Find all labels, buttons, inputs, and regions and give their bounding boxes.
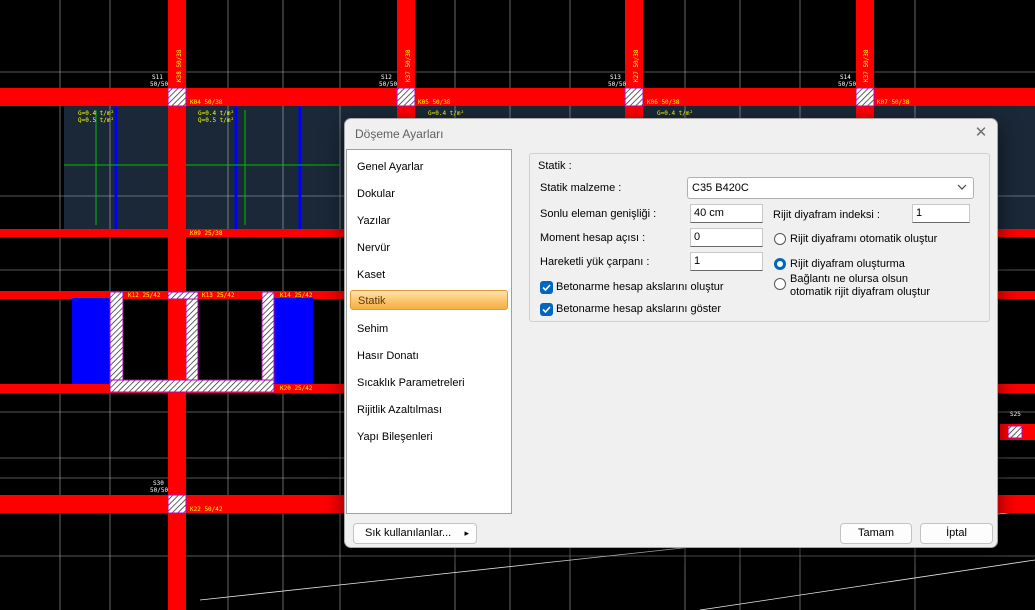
beam-label: K20 25/42: [280, 385, 313, 392]
create-axes-checkbox[interactable]: [540, 281, 553, 294]
column-label: S12: [381, 74, 392, 81]
column-label: 50/50: [150, 487, 168, 494]
load-label: G=0.4 t/m²: [198, 110, 234, 117]
checkmark-icon: [542, 306, 551, 314]
nav-item-rijitlik-azaltilmasi[interactable]: Rijitlik Azaltılması: [357, 400, 442, 420]
column-square: [167, 494, 187, 514]
column-square: [167, 87, 187, 107]
settings-nav-list: Genel Ayarlar Dokular Yazılar Nervür Kas…: [346, 149, 512, 514]
material-value: C35 B420C: [692, 182, 749, 194]
column-label: S30: [153, 480, 164, 487]
diaphragm-index-label: Rijit diyafram indeksi :: [773, 209, 880, 221]
show-axes-checkbox[interactable]: [540, 303, 553, 316]
load-label: Q=0.5 t/m²: [78, 117, 114, 124]
nav-item-nervur[interactable]: Nervür: [357, 238, 390, 258]
column-square: [624, 87, 644, 107]
field-label: Hareketli yük çarpanı :: [540, 256, 650, 268]
load-label: Q=0.5 t/m²: [198, 117, 234, 124]
column-label: 50/50: [150, 81, 168, 88]
material-label: Statik malzeme :: [540, 182, 622, 194]
nav-item-genel-ayarlar[interactable]: Genel Ayarlar: [357, 157, 423, 177]
beam-label: K12 25/42: [128, 292, 161, 299]
radio-no-diaphragm[interactable]: [774, 258, 786, 270]
column-square: [396, 87, 416, 107]
beam-label: K04 50/38: [190, 99, 223, 106]
beam-label: K13 25/42: [202, 292, 235, 299]
load-label: G=0.4 t/m²: [657, 110, 693, 117]
field-label: Moment hesap açısı :: [540, 232, 646, 244]
radio-label-line2: otomatik rijit diyafram oluştur: [790, 286, 930, 298]
statik-group: Statik : Statik malzeme : C35 B420C Sonl…: [529, 153, 990, 322]
chevron-down-icon: [957, 184, 967, 190]
nav-item-sicaklik-parametreleri[interactable]: Sıcaklık Parametreleri: [357, 373, 465, 393]
checkbox-label: Betonarme hesap akslarını oluştur: [556, 281, 724, 293]
wall: [185, 291, 199, 385]
wall: [109, 291, 124, 393]
moment-angle-input[interactable]: 0: [690, 228, 763, 247]
load-label: G=0.4 t/m²: [78, 110, 114, 117]
beam-label-vertical: K27 50/38: [633, 49, 640, 82]
finite-element-width-input[interactable]: 40 cm: [690, 204, 763, 223]
wall: [261, 291, 275, 393]
blue-beam: [273, 298, 313, 384]
column-label: 50/50: [379, 81, 397, 88]
beam-label-vertical: K37 50/38: [863, 49, 870, 82]
radio-label: Rijit diyaframı otomatik oluştur: [790, 233, 938, 245]
chevron-right-icon: ▸: [464, 528, 469, 538]
live-load-factor-input[interactable]: 1: [690, 252, 763, 271]
statik-panel: Statik : Statik malzeme : C35 B420C Sonl…: [529, 153, 990, 323]
checkbox-label: Betonarme hesap akslarını göster: [556, 303, 722, 315]
blue-beam: [72, 298, 110, 384]
diaphragm-index-input[interactable]: 1: [912, 204, 970, 223]
column-label: S25: [1010, 411, 1021, 418]
wall: [109, 379, 275, 393]
beam-label: K07 50/38: [877, 99, 910, 106]
radio-label: Bağlantı ne olursa olsun: [790, 273, 909, 285]
column-square: [855, 87, 875, 107]
group-title: Statik :: [538, 160, 572, 172]
nav-item-hasir-donati[interactable]: Hasır Donatı: [357, 346, 419, 366]
beam-label-vertical: K38 50/38: [176, 49, 183, 82]
nav-item-statik[interactable]: Statik: [350, 290, 508, 310]
nav-item-yazilar[interactable]: Yazılar: [357, 211, 390, 231]
radio-force-auto-diaphragm[interactable]: [774, 278, 786, 290]
column-label: S13: [610, 74, 621, 81]
nav-item-yapi-bilesenleri[interactable]: Yapı Bileşenleri: [357, 427, 433, 447]
dialog-title: Döşeme Ayarları: [355, 127, 444, 141]
favorites-button[interactable]: Sık kullanılanlar... ▸: [353, 523, 477, 544]
nav-item-kaset[interactable]: Kaset: [357, 265, 385, 285]
doseme-ayarlari-dialog: Döşeme Ayarları ✕ Genel Ayarlar Dokular …: [344, 118, 998, 548]
column-label: 50/50: [838, 81, 856, 88]
material-select[interactable]: C35 B420C: [687, 177, 974, 199]
checkmark-icon: [542, 284, 551, 292]
beam-label: K22 50/42: [190, 506, 223, 513]
column-square: [1007, 425, 1023, 439]
column-label: 50/50: [608, 81, 626, 88]
ok-button[interactable]: Tamam: [840, 523, 912, 544]
close-icon[interactable]: ✕: [971, 123, 991, 143]
wall: [167, 291, 199, 300]
beam-label: K14 25/42: [280, 292, 313, 299]
nav-item-sehim[interactable]: Sehim: [357, 319, 388, 339]
field-label: Sonlu eleman genişliği :: [540, 208, 657, 220]
beam-label: K09 25/38: [190, 230, 223, 237]
column-label: S11: [152, 74, 163, 81]
beam-label-vertical: K37 50/38: [405, 49, 412, 82]
radio-auto-diaphragm[interactable]: [774, 233, 786, 245]
beam-label: K05 50/38: [418, 99, 451, 106]
load-label: G=0.4 t/m²: [428, 110, 464, 117]
radio-label: Rijit diyafram oluşturma: [790, 258, 905, 270]
favorites-label: Sık kullanılanlar...: [365, 527, 452, 539]
beam-label: K06 50/38: [647, 99, 680, 106]
nav-item-dokular[interactable]: Dokular: [357, 184, 395, 204]
cancel-button[interactable]: İptal: [920, 523, 993, 544]
column-label: S14: [840, 74, 851, 81]
